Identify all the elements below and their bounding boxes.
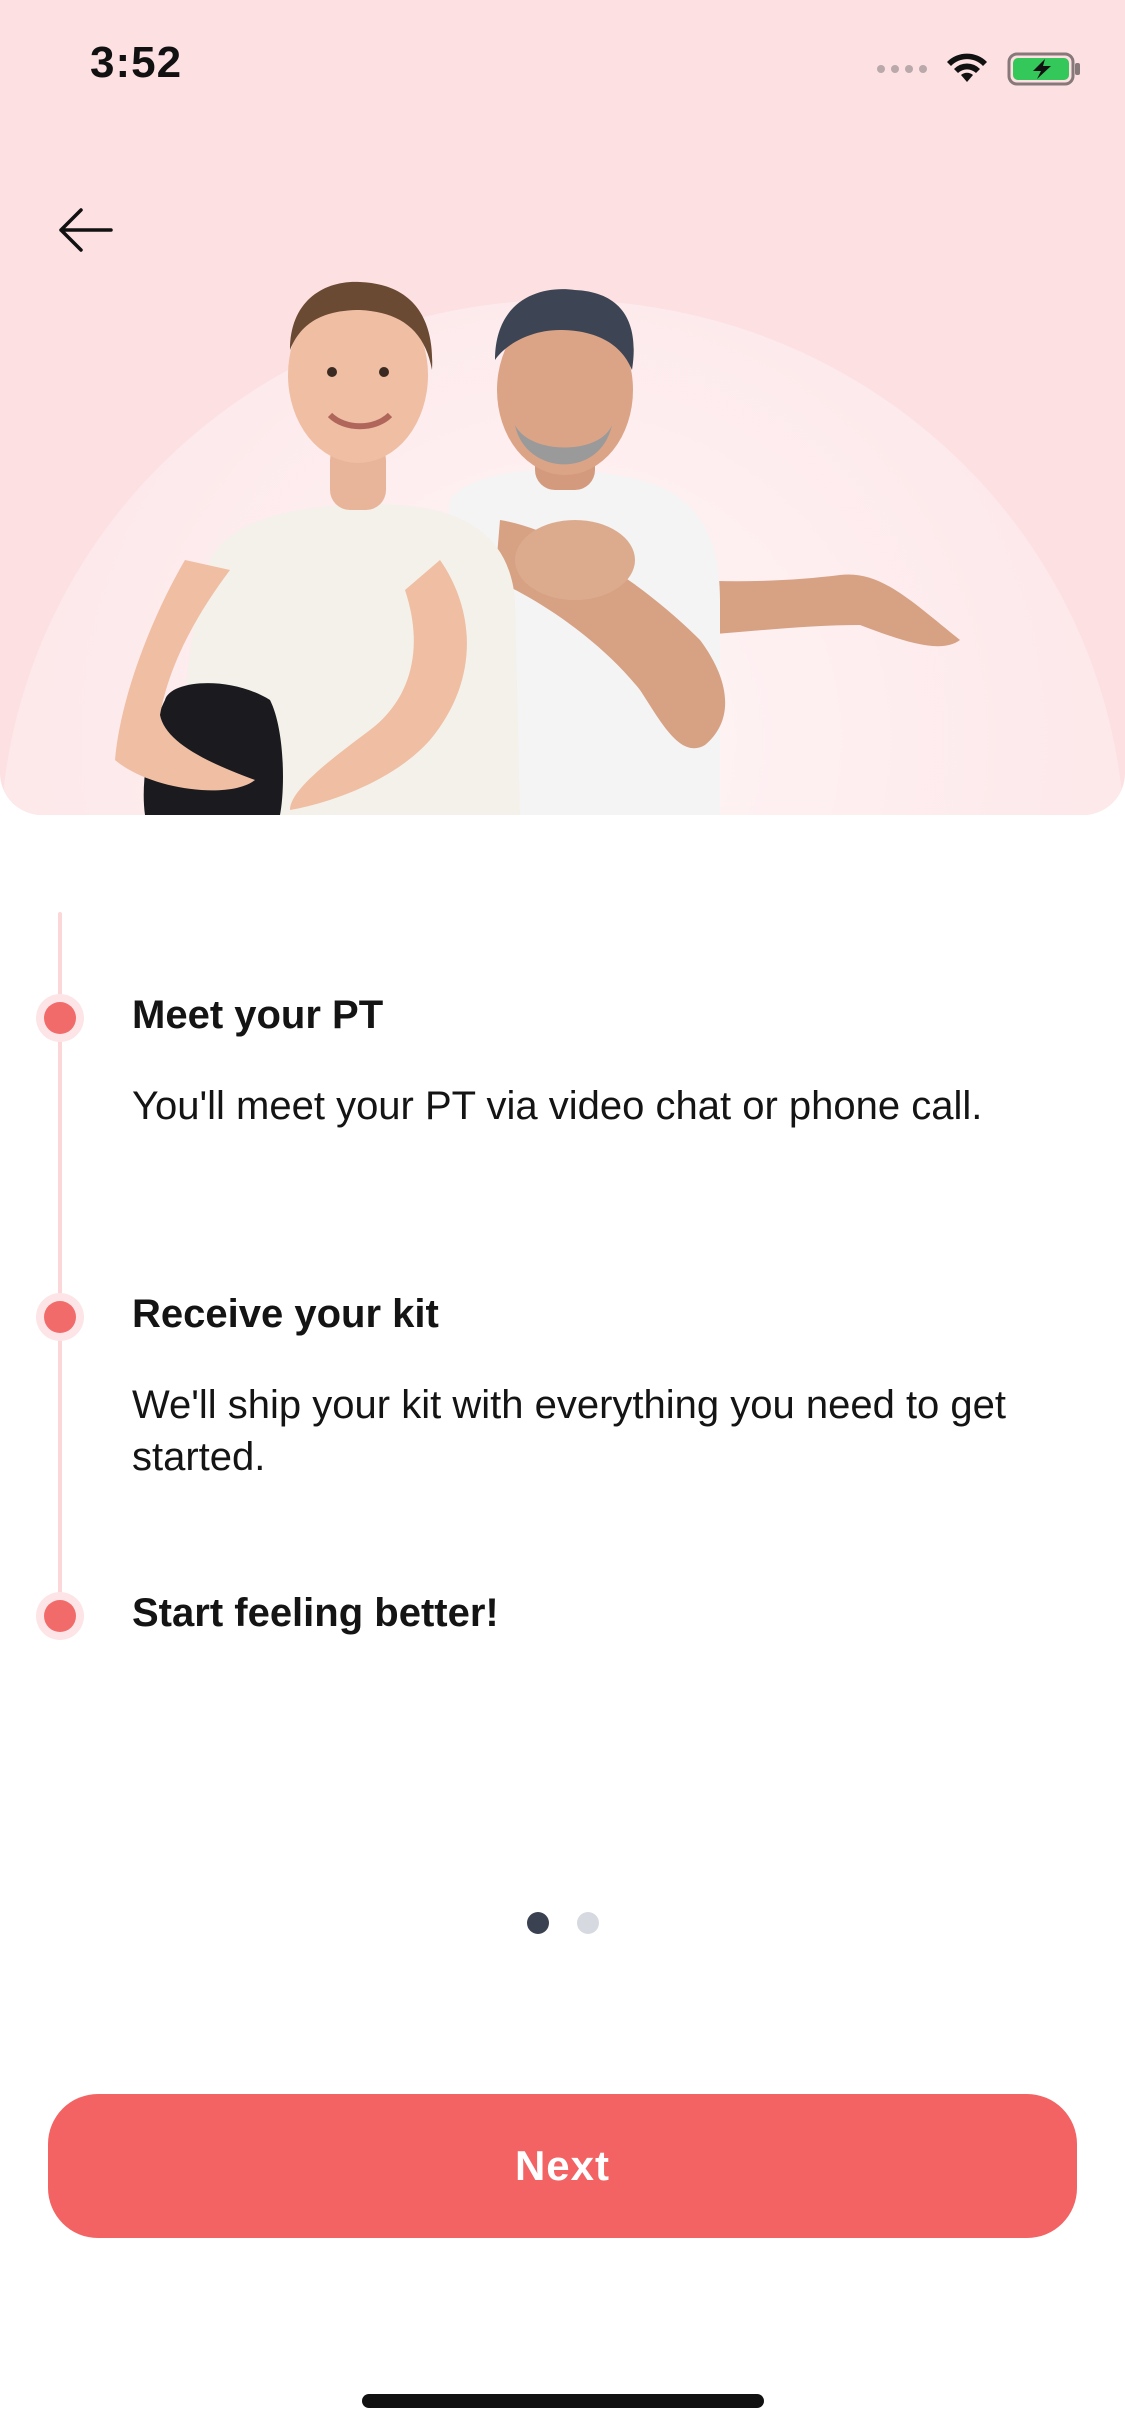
step-dot bbox=[44, 1002, 76, 1034]
step-description: We'll ship your kit with everything you … bbox=[132, 1383, 1007, 1479]
step-dot bbox=[44, 1301, 76, 1333]
back-button[interactable] bbox=[50, 195, 120, 265]
next-button[interactable]: Next bbox=[48, 2094, 1077, 2238]
status-time: 3:52 bbox=[90, 38, 183, 87]
hero-illustration bbox=[115, 281, 960, 815]
home-indicator[interactable] bbox=[362, 2394, 764, 2408]
man-figure bbox=[447, 289, 960, 815]
battery-charging-icon bbox=[1007, 52, 1080, 86]
step-description: You'll meet your PT via video chat or ph… bbox=[132, 1084, 983, 1128]
status-icons bbox=[877, 48, 1083, 90]
woman-figure bbox=[115, 281, 520, 815]
wifi-icon bbox=[947, 53, 987, 82]
page-dot[interactable] bbox=[576, 1912, 599, 1934]
cellular-signal-icon bbox=[877, 65, 927, 73]
hero-banner: 3:52 bbox=[0, 0, 1125, 815]
step-title: Start feeling better! bbox=[132, 1591, 499, 1635]
step-title: Meet your PT bbox=[132, 993, 384, 1037]
page-indicator bbox=[0, 1912, 1125, 1934]
arrow-left-icon bbox=[59, 208, 113, 252]
step-title: Receive your kit bbox=[132, 1292, 439, 1336]
page-dot-active[interactable] bbox=[526, 1912, 549, 1934]
step-dot bbox=[44, 1600, 76, 1632]
